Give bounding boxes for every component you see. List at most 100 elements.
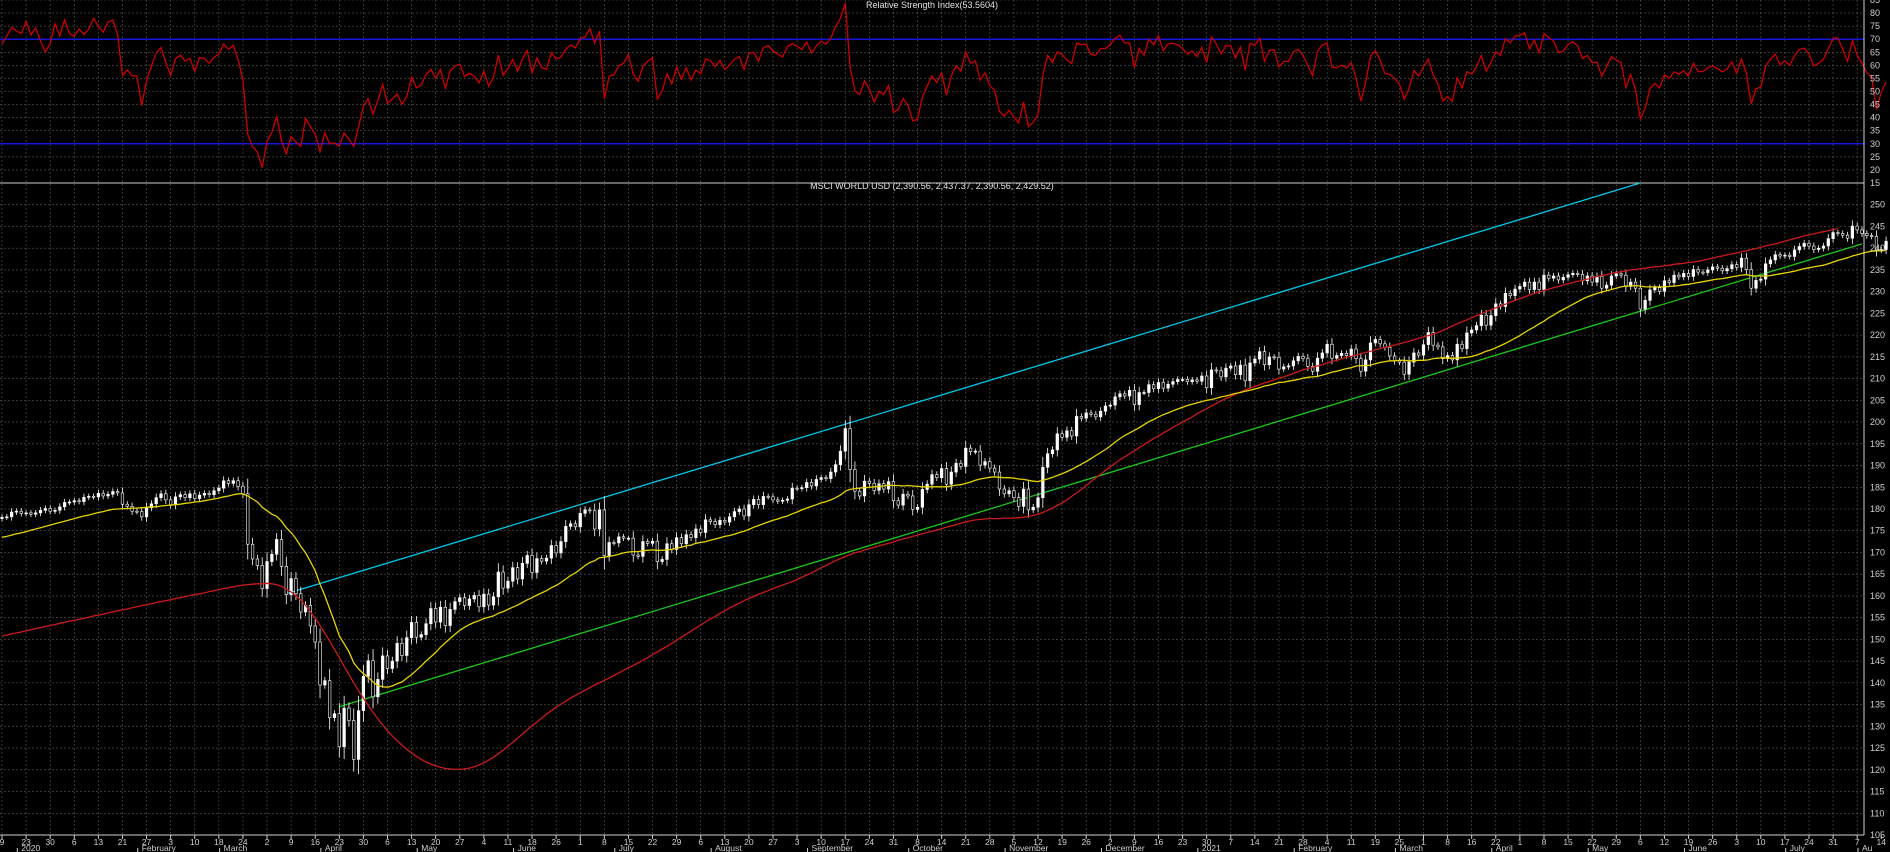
candle-body [829, 471, 833, 479]
candle-body [665, 543, 669, 560]
candle-body [1826, 238, 1830, 247]
candle-body [569, 523, 573, 527]
candle-body [944, 468, 949, 485]
candle-body [713, 521, 717, 525]
candle-body [1561, 277, 1565, 281]
candle-body [1508, 293, 1512, 296]
candle-body [313, 625, 317, 643]
candle-body [549, 545, 553, 559]
candle-body [1219, 370, 1223, 378]
rsi-y-tick-label: 15 [1870, 178, 1880, 188]
candle-body [761, 496, 765, 505]
rsi-y-tick-label: 85 [1870, 0, 1880, 5]
candle-body [1797, 246, 1801, 251]
candle-body [1725, 268, 1729, 272]
candle-body [342, 707, 346, 748]
price-y-tick-label: 225 [1870, 308, 1885, 318]
x-tick-label: 26 [1708, 837, 1718, 847]
candle-body [891, 481, 896, 502]
candle-body [188, 493, 192, 498]
candle-body [838, 450, 843, 465]
candle-body [1465, 332, 1469, 349]
candle-body [212, 490, 216, 495]
candle-body [1262, 351, 1267, 365]
candle-body [805, 482, 809, 489]
x-tick-label: 27 [768, 837, 778, 847]
candle-body [1373, 339, 1377, 344]
candle-body [255, 558, 259, 566]
candle-body [1002, 488, 1006, 495]
candle-body [299, 593, 303, 613]
price-y-tick-label: 250 [1870, 200, 1885, 210]
candle-body [501, 571, 505, 589]
candle-body [699, 528, 703, 533]
candle-body [1484, 314, 1488, 326]
x-tick-label: 7 [1228, 837, 1233, 847]
candle-body [453, 601, 457, 610]
month-label: October [913, 843, 943, 852]
candle-body [1205, 375, 1209, 389]
candle-body [260, 565, 264, 589]
price-y-tick-label: 180 [1870, 504, 1885, 514]
candle-body [1527, 281, 1532, 290]
price-y-tick-label: 135 [1870, 700, 1885, 710]
candle-body [482, 593, 486, 608]
candle-body [231, 480, 235, 484]
candle-body [1571, 273, 1575, 276]
candle-body [1619, 273, 1623, 276]
candle-body [1301, 356, 1305, 359]
candle-body [583, 509, 587, 514]
candle-body [390, 660, 394, 669]
price-y-tick-label: 170 [1870, 547, 1885, 557]
x-tick-label: 16 [310, 837, 320, 847]
candle-body [949, 471, 953, 485]
candle-body [1070, 430, 1074, 437]
month-label: April [1496, 843, 1513, 852]
candle-body [1556, 275, 1561, 281]
candle-body [554, 545, 558, 554]
x-tick-label: 31 [889, 837, 899, 847]
candle-body [101, 493, 105, 497]
candle-body [968, 447, 973, 452]
candle-body [988, 461, 992, 469]
candle-body [318, 641, 322, 686]
candle-body [487, 593, 491, 606]
x-tick-label: 23 [1178, 837, 1188, 847]
candle-body [1730, 264, 1734, 269]
candle-body [1224, 367, 1228, 378]
candle-body [959, 463, 963, 467]
candle-body [1344, 353, 1349, 356]
candle-body [1739, 257, 1744, 268]
x-tick-label: 24 [1804, 837, 1814, 847]
candle-body [207, 493, 211, 495]
candle-body [1176, 379, 1180, 382]
candle-body [1643, 300, 1647, 310]
candle-body [1407, 361, 1411, 375]
price-y-tick-label: 140 [1870, 678, 1885, 688]
x-tick-label: 11 [504, 837, 513, 847]
x-tick-label: 21 [961, 837, 971, 847]
candle-body [983, 461, 987, 466]
candle-body [1089, 412, 1093, 415]
candle-body [1267, 356, 1271, 365]
candle-body [1532, 281, 1536, 290]
candle-body [1214, 369, 1218, 372]
x-tick-label: 7 [1855, 837, 1860, 847]
candle-body [703, 519, 708, 533]
candle-body [1706, 269, 1710, 273]
candle-body [1792, 249, 1797, 257]
x-tick-label: 24 [865, 837, 875, 847]
x-tick-label: 26 [551, 837, 561, 847]
x-tick-label: 16 [1467, 837, 1477, 847]
candle-body [679, 537, 684, 545]
rsi-y-tick-label: 20 [1870, 165, 1880, 175]
candle-body [328, 680, 332, 718]
x-tick-label: 8 [602, 837, 607, 847]
x-tick-label: 29 [672, 837, 682, 847]
candle-body [159, 493, 163, 498]
x-tick-label: 9 [0, 837, 5, 847]
candle-body [824, 477, 828, 480]
candle-body [1123, 393, 1127, 397]
candle-body [1074, 416, 1079, 437]
candle-body [1282, 366, 1286, 370]
